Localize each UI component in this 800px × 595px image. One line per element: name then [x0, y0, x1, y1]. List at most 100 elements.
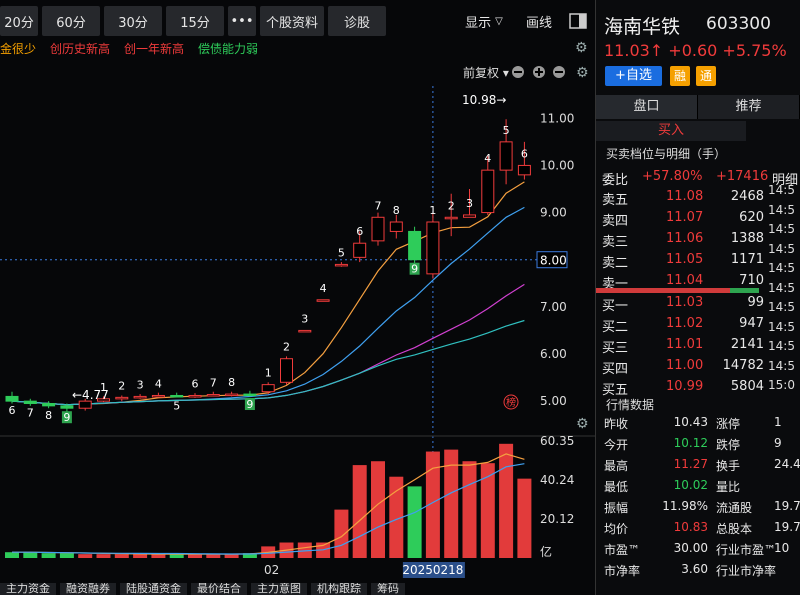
- add-watchlist-button[interactable]: +自选: [605, 66, 662, 86]
- candle-body[interactable]: [408, 230, 422, 261]
- volume-bar[interactable]: [224, 554, 239, 558]
- draw-line-button[interactable]: 画线: [517, 6, 561, 36]
- volume-bar[interactable]: [151, 554, 166, 558]
- gear-icon-2[interactable]: ⚙: [576, 65, 589, 81]
- level-price: 11.04: [666, 273, 704, 288]
- candle-body[interactable]: [42, 403, 56, 407]
- candle-body[interactable]: [316, 299, 330, 302]
- profile-button[interactable]: 个股资料: [260, 6, 324, 36]
- td-count-label: 4: [484, 152, 491, 165]
- tab-hk-connect[interactable]: 陆股通资金: [120, 583, 187, 595]
- tab-main-funds[interactable]: 主力资金: [0, 583, 56, 595]
- display-dropdown[interactable]: 显示 ▽: [455, 6, 513, 36]
- bottom-tabs: 主力资金 融资融券 陆股通资金 最价结合 主力意图 机构跟踪 筹码: [0, 583, 595, 595]
- price-tick-label: 9.00: [540, 206, 567, 220]
- candle-body[interactable]: [444, 216, 458, 220]
- notice-2[interactable]: 创一年新高: [124, 40, 184, 58]
- tab-price-volume[interactable]: 最价结合: [191, 583, 247, 595]
- volume-bar[interactable]: [23, 552, 38, 558]
- candle-body[interactable]: [280, 358, 293, 383]
- volume-bar[interactable]: [334, 509, 349, 558]
- td-count-label: 1: [265, 367, 272, 380]
- volume-bar[interactable]: [78, 554, 93, 558]
- candle-body[interactable]: [426, 221, 440, 275]
- period-60m-button[interactable]: 60分: [42, 6, 100, 36]
- candle-body[interactable]: [298, 329, 312, 333]
- volume-bar[interactable]: [499, 443, 514, 558]
- more-periods-button[interactable]: •••: [228, 6, 256, 36]
- volume-bar[interactable]: [96, 554, 111, 558]
- connect-badge[interactable]: 通: [696, 66, 716, 86]
- volume-bar[interactable]: [188, 554, 202, 558]
- adjust-label[interactable]: 前复权 ▾: [463, 65, 509, 80]
- tab-buy[interactable]: 买入: [596, 121, 746, 141]
- diagnose-button[interactable]: 诊股: [328, 6, 386, 36]
- volume-bar[interactable]: [407, 486, 422, 558]
- quote-data-title: 行情数据: [606, 398, 655, 412]
- volume-bar[interactable]: [59, 553, 74, 558]
- candle-body[interactable]: [243, 393, 257, 397]
- tab-chips[interactable]: 筹码: [371, 583, 405, 595]
- period-20m-button[interactable]: 20分: [0, 6, 38, 36]
- level-label: 卖三: [602, 235, 629, 250]
- volume-bar[interactable]: [517, 478, 532, 558]
- zoom-controls[interactable]: [512, 66, 565, 78]
- notice-1[interactable]: 创历史新高: [50, 40, 110, 58]
- level-label: 卖五: [602, 193, 629, 208]
- volume-bar[interactable]: [371, 461, 385, 558]
- volume-bar[interactable]: [462, 461, 477, 558]
- candle-body[interactable]: [188, 394, 202, 398]
- candle-body[interactable]: [389, 221, 403, 232]
- candle-body[interactable]: [353, 242, 367, 258]
- volume-bar[interactable]: [169, 554, 184, 558]
- tab-orderbook[interactable]: 盘口: [596, 95, 698, 119]
- gear-icon[interactable]: ⚙: [575, 40, 588, 56]
- candle-body[interactable]: [463, 214, 476, 218]
- quote-key: 振幅: [604, 501, 629, 515]
- quote-key: 跌停: [716, 438, 741, 452]
- stock-name: 海南华铁: [604, 16, 681, 38]
- rank-badge[interactable]: 榜: [506, 396, 516, 409]
- volume-bar[interactable]: [41, 553, 56, 558]
- candle-body[interactable]: [151, 394, 165, 398]
- notice-0[interactable]: 金很少: [0, 40, 36, 58]
- candle-body[interactable]: [261, 384, 275, 393]
- gear-icon-3[interactable]: ⚙: [576, 416, 589, 432]
- candle-body[interactable]: [5, 395, 19, 402]
- candle-body[interactable]: [225, 393, 239, 397]
- candle-body[interactable]: [206, 394, 220, 397]
- candle-body[interactable]: [481, 169, 495, 214]
- period-15m-button[interactable]: 15分: [166, 6, 224, 36]
- tab-margin[interactable]: 融资融券: [60, 583, 116, 595]
- volume-bar[interactable]: [114, 554, 129, 558]
- candle-body[interactable]: [499, 141, 513, 171]
- panel-toggle-icon[interactable]: [565, 6, 591, 36]
- quote-row: 市盈™ 30.00 行业市盈™ 10: [596, 539, 800, 558]
- tab-recommend[interactable]: 推荐: [698, 95, 800, 119]
- volume-bar[interactable]: [206, 554, 221, 558]
- candle-body[interactable]: [170, 394, 184, 398]
- candle-body[interactable]: [133, 395, 147, 399]
- level-label: 卖二: [602, 256, 629, 271]
- tab-main-intent[interactable]: 主力意图: [251, 583, 307, 595]
- candle-body[interactable]: [78, 400, 92, 409]
- quote-key: 市净率: [604, 564, 641, 578]
- candle-body[interactable]: [371, 216, 385, 242]
- candle-body[interactable]: [23, 400, 37, 404]
- period-30m-button[interactable]: 30分: [104, 6, 162, 36]
- volume-bar[interactable]: [480, 463, 495, 558]
- candle-body[interactable]: [60, 405, 74, 409]
- volume-bar[interactable]: [5, 552, 19, 558]
- candle-body[interactable]: [115, 396, 129, 400]
- tab-institution[interactable]: 机构跟踪: [311, 583, 367, 595]
- candle-body[interactable]: [517, 164, 531, 176]
- level-label: 买四: [602, 362, 629, 377]
- candle-body[interactable]: [334, 263, 348, 267]
- volume-bar[interactable]: [352, 465, 367, 558]
- kline-chart[interactable]: 前复权 ▾ ⚙ 11.0010.009.007.006.005.008.00⚙ …: [0, 60, 595, 580]
- volume-bar[interactable]: [133, 554, 148, 558]
- td-count-label: 2: [448, 199, 455, 212]
- notice-3[interactable]: 偿债能力弱: [198, 40, 258, 58]
- detail-time: 14:5: [768, 319, 795, 334]
- margin-badge[interactable]: 融: [670, 66, 690, 86]
